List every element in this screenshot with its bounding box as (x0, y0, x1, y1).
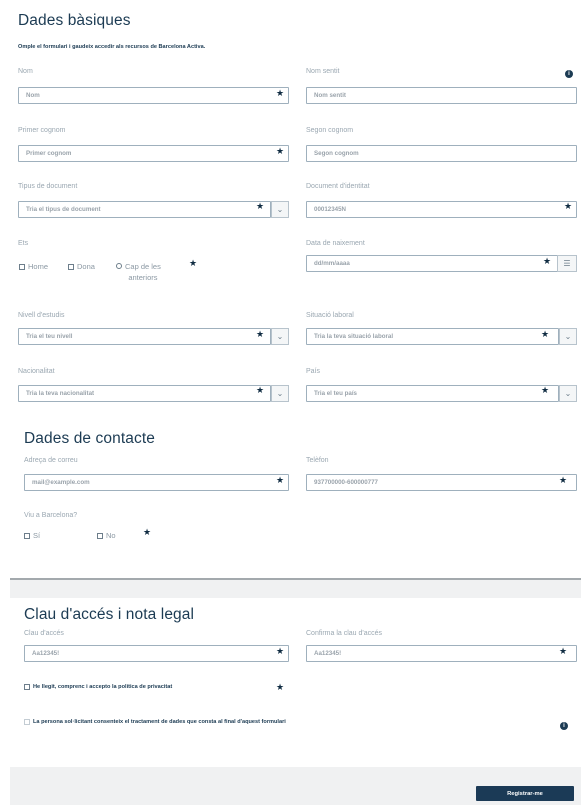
required-star-icon: ★ (276, 646, 285, 656)
primer-cognom-input[interactable]: Primer cognom (18, 145, 289, 162)
section-separator (10, 578, 581, 598)
checkbox-icon[interactable] (24, 719, 30, 725)
required-star-icon: ★ (559, 475, 568, 485)
nom-sentit-label: Nom sentit (306, 68, 340, 75)
required-star-icon: ★ (256, 329, 265, 339)
ets-option-cap[interactable]: Cap de les anteriors (116, 262, 161, 284)
nivell-estudis-value: Tria el teu nivell (26, 333, 73, 340)
ets-option-dona[interactable]: Dona (68, 262, 95, 271)
nacionalitat-select[interactable]: Tria la teva nacionalitat (18, 385, 271, 402)
primer-cognom-label: Primer cognom (18, 127, 66, 134)
pais-dropdown-button[interactable]: ⌄ (559, 385, 577, 402)
situacio-laboral-value: Tria la teva situació laboral (314, 333, 394, 340)
tipus-document-value: Tria el tipus de document (26, 206, 101, 213)
info-icon[interactable]: i (565, 70, 573, 78)
chevron-down-icon: ⌄ (564, 389, 572, 398)
viu-barcelona-label: Viu a Barcelona? (24, 512, 78, 519)
required-star-icon: ★ (276, 682, 285, 692)
required-star-icon: ★ (189, 258, 198, 268)
nom-input[interactable]: Nom (18, 87, 289, 104)
consent-text: La persona sol·licitant consenteix el tr… (33, 719, 286, 725)
data-naixement-label: Data de naixement (306, 240, 365, 247)
nacionalitat-value: Tria la teva nacionalitat (26, 390, 95, 397)
pais-label: País (306, 368, 321, 375)
calendar-icon: ☰ (563, 259, 571, 268)
nacionalitat-dropdown-button[interactable]: ⌄ (271, 385, 289, 402)
pais-value: Tria el teu país (314, 390, 357, 397)
tipus-document-dropdown-button[interactable]: ⌄ (271, 201, 289, 218)
checkbox-icon[interactable] (97, 532, 103, 539)
segon-cognom-label: Segon cognom (306, 127, 354, 134)
required-star-icon: ★ (541, 385, 550, 395)
required-star-icon: ★ (143, 527, 152, 537)
confirma-clau-placeholder: Aa12345! (314, 650, 342, 657)
segon-cognom-placeholder: Segon cognom (314, 150, 359, 157)
primer-cognom-placeholder: Primer cognom (26, 150, 72, 157)
privacy-text: He llegit, comprenc i accepto la polític… (33, 684, 173, 690)
nacionalitat-label: Nacionalitat (18, 368, 55, 375)
tipus-document-select[interactable]: Tria el tipus de document (18, 201, 271, 218)
checkbox-icon[interactable] (24, 532, 30, 539)
section-subtitle: Omple el formulari i gaudeix accedir als… (18, 44, 206, 50)
info-icon[interactable]: i (560, 722, 568, 730)
email-label: Adreça de correu (24, 457, 78, 464)
required-star-icon: ★ (564, 201, 573, 211)
required-star-icon: ★ (276, 475, 285, 485)
required-star-icon: ★ (256, 385, 265, 395)
checkbox-icon[interactable] (19, 263, 25, 270)
checkbox-icon[interactable] (68, 263, 74, 270)
checkbox-icon[interactable] (24, 684, 30, 690)
required-star-icon: ★ (541, 329, 550, 339)
required-star-icon: ★ (256, 201, 265, 211)
chevron-down-icon: ⌄ (276, 389, 284, 398)
required-star-icon: ★ (276, 146, 285, 156)
nom-sentit-input[interactable]: Nom sentit (306, 87, 577, 104)
telefon-placeholder: 937700000-600000777 (314, 479, 379, 486)
privacy-checkbox-row[interactable]: He llegit, comprenc i accepto la polític… (24, 684, 172, 690)
viu-option-no[interactable]: No (97, 531, 116, 540)
nivell-estudis-dropdown-button[interactable]: ⌄ (271, 328, 289, 345)
viu-option-si[interactable]: Sí (24, 531, 40, 540)
nom-placeholder: Nom (26, 92, 40, 99)
section-title-contact: Dades de contacte (24, 430, 155, 447)
radio-icon[interactable] (116, 263, 122, 269)
section-title-access: Clau d'accés i nota legal (24, 606, 195, 623)
confirma-clau-label: Confirma la clau d'accés (306, 630, 383, 637)
email-placeholder: mail@example.com (32, 479, 90, 486)
clau-placeholder: Aa12345! (32, 650, 60, 657)
nom-sentit-placeholder: Nom sentit (314, 92, 346, 99)
document-identitat-placeholder: 00012345N (314, 206, 346, 213)
chevron-down-icon: ⌄ (276, 205, 284, 214)
clau-input[interactable]: Aa12345! (24, 645, 289, 662)
calendar-button[interactable]: ☰ (557, 255, 577, 272)
chevron-down-icon: ⌄ (564, 332, 572, 341)
required-star-icon: ★ (559, 646, 568, 656)
data-naixement-input[interactable]: dd/mm/aaaa (306, 255, 559, 272)
clau-label: Clau d'accés (24, 630, 64, 637)
nom-label: Nom (18, 68, 33, 75)
situacio-laboral-label: Situació laboral (306, 312, 354, 319)
consent-checkbox-row[interactable]: La persona sol·licitant consenteix el tr… (24, 719, 286, 725)
ets-label: Ets (18, 240, 29, 247)
required-star-icon: ★ (276, 88, 285, 98)
nivell-estudis-label: Nivell d'estudis (18, 312, 65, 319)
chevron-down-icon: ⌄ (276, 332, 284, 341)
document-identitat-label: Document d'identitat (306, 183, 370, 190)
segon-cognom-input[interactable]: Segon cognom (306, 145, 577, 162)
document-identitat-input[interactable]: 00012345N (306, 201, 577, 218)
ets-option-home[interactable]: Home (19, 262, 48, 271)
situacio-laboral-select[interactable]: Tria la teva situació laboral (306, 328, 559, 345)
telefon-label: Telèfon (306, 457, 329, 464)
pais-select[interactable]: Tria el teu país (306, 385, 559, 402)
confirma-clau-input[interactable]: Aa12345! (306, 645, 577, 662)
situacio-laboral-dropdown-button[interactable]: ⌄ (559, 328, 577, 345)
section-title-basic: Dades bàsiques (18, 12, 131, 29)
nivell-estudis-select[interactable]: Tria el teu nivell (18, 328, 271, 345)
data-naixement-placeholder: dd/mm/aaaa (314, 260, 350, 267)
tipus-document-label: Tipus de document (18, 183, 78, 190)
register-button[interactable]: Registrar-me (476, 786, 574, 801)
email-input[interactable]: mail@example.com (24, 474, 289, 491)
required-star-icon: ★ (543, 256, 552, 266)
telefon-input[interactable]: 937700000-600000777 (306, 474, 577, 491)
